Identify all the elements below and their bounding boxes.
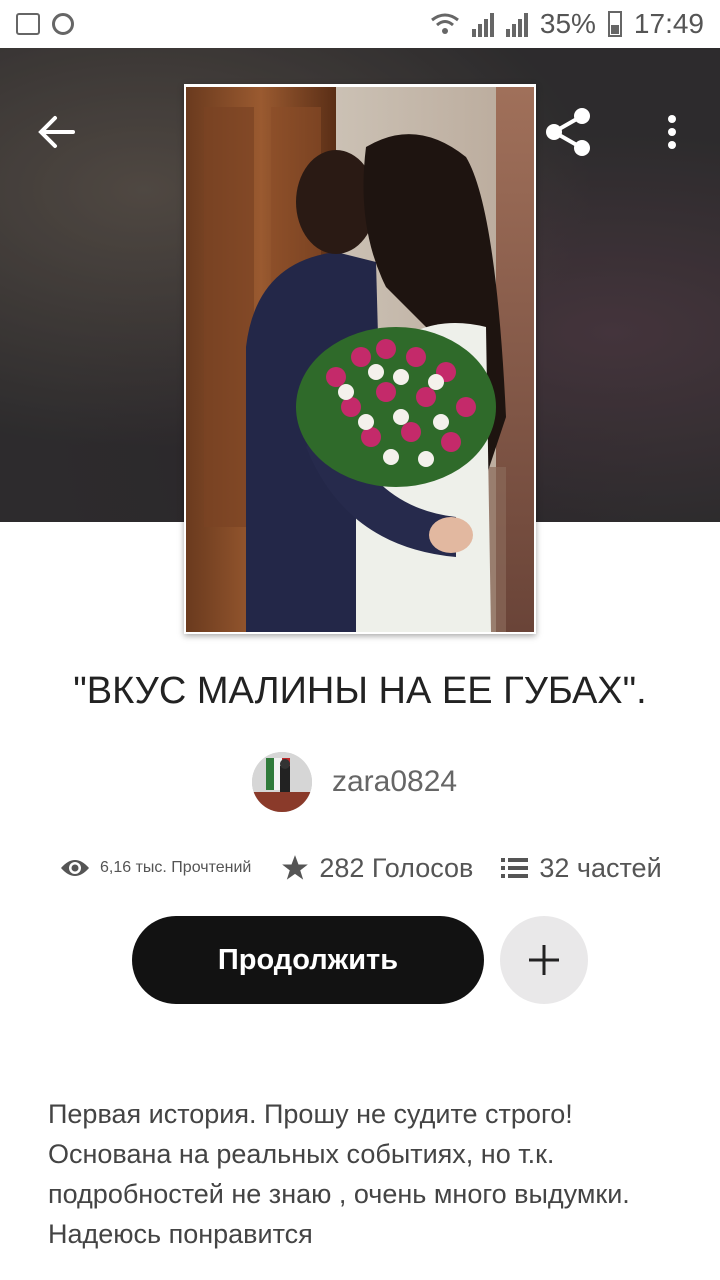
parts-count: 32 частей xyxy=(539,852,662,883)
eye-icon xyxy=(61,860,89,876)
story-stats: 6,16 тыс. Прочтений 282 Голосов 32 часте… xyxy=(60,846,670,890)
reads-count: 6,16 тыс. Прочтений xyxy=(100,859,252,876)
parts-stat[interactable]: 32 частей xyxy=(501,852,662,884)
list-icon xyxy=(501,858,529,878)
description-line: Надеюсь понравится xyxy=(48,1219,313,1249)
author-link[interactable]: zara0824 xyxy=(252,752,457,812)
story-title: "ВКУС МАЛИНЫ НА ЕЕ ГУБАХ". xyxy=(73,670,647,712)
battery-percent: 35% xyxy=(539,8,596,39)
clock: 17:49 xyxy=(633,8,704,39)
continue-reading-button[interactable]: Продолжить xyxy=(132,916,484,1004)
votes-count: 282 Голосов xyxy=(319,852,474,883)
arrow-left-icon xyxy=(38,116,75,148)
gallery-notification-icon xyxy=(16,13,40,35)
status-bar: 35% 17:49 xyxy=(0,0,720,48)
signal-2-icon xyxy=(505,11,528,37)
reads-stat: 6,16 тыс. Прочтений xyxy=(60,858,251,878)
story-description: Первая история. Прошу не судите строго! … xyxy=(48,1094,688,1254)
cover-image xyxy=(186,87,534,632)
back-button[interactable] xyxy=(28,104,84,160)
description-line: подробностей не знаю , очень много выдум… xyxy=(48,1179,630,1209)
book-cover[interactable] xyxy=(184,84,536,634)
sync-notification-icon xyxy=(52,13,74,35)
share-button[interactable] xyxy=(540,104,596,160)
plus-icon xyxy=(529,945,559,975)
cover-illustration xyxy=(186,87,534,632)
more-options-button[interactable] xyxy=(644,104,700,160)
description-line: Основана на реальных событиях, но т.к. xyxy=(48,1139,555,1169)
description-line: Первая история. Прошу не судите строго! xyxy=(48,1099,573,1129)
status-bar-left xyxy=(16,13,74,35)
wifi-icon xyxy=(430,13,459,34)
battery-icon xyxy=(607,11,622,37)
avatar xyxy=(252,752,312,812)
signal-icon xyxy=(471,11,494,37)
add-to-library-button[interactable] xyxy=(500,916,588,1004)
star-icon xyxy=(282,855,309,880)
status-bar-right: 35% 17:49 xyxy=(430,8,704,40)
votes-stat: 282 Голосов xyxy=(281,853,473,884)
more-vertical-icon xyxy=(668,115,676,149)
share-icon xyxy=(546,108,590,156)
author-name: zara0824 xyxy=(332,765,458,798)
